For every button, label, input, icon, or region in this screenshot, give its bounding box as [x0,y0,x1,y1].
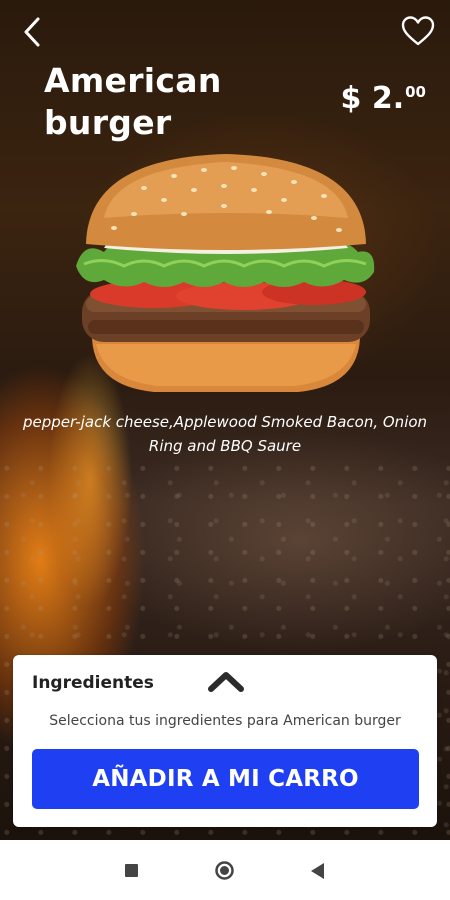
ingredients-header: Ingredientes [32,673,154,693]
back-button[interactable] [18,14,48,50]
favorite-button[interactable] [400,14,436,48]
ingredients-card: Ingredientes Selecciona tus ingredientes… [13,655,437,827]
android-nav-bar [0,840,450,900]
product-title: American burger [44,61,222,142]
product-description: pepper-jack cheese,Applewood Smoked Baco… [22,413,428,455]
heart-outline-icon [401,16,435,46]
square-icon[interactable] [125,864,138,877]
triangle-left-icon[interactable] [309,862,325,880]
burger-image [76,154,375,392]
chevron-left-icon [24,17,40,47]
chevron-up-icon [208,672,244,692]
price-cents: 00 [405,83,426,101]
circle-icon[interactable] [214,860,235,881]
expand-ingredients-button[interactable] [205,665,247,695]
product-price: $ 2. 00 [341,80,426,118]
price-main: $ 2. [340,81,405,116]
ingredients-subtitle: Selecciona tus ingredientes para America… [49,713,401,729]
product-detail-screen: American burger $ 2. 00 pepper-jack chee… [0,0,450,900]
add-to-cart-button[interactable]: AÑADIR A MI CARRO [32,749,419,809]
